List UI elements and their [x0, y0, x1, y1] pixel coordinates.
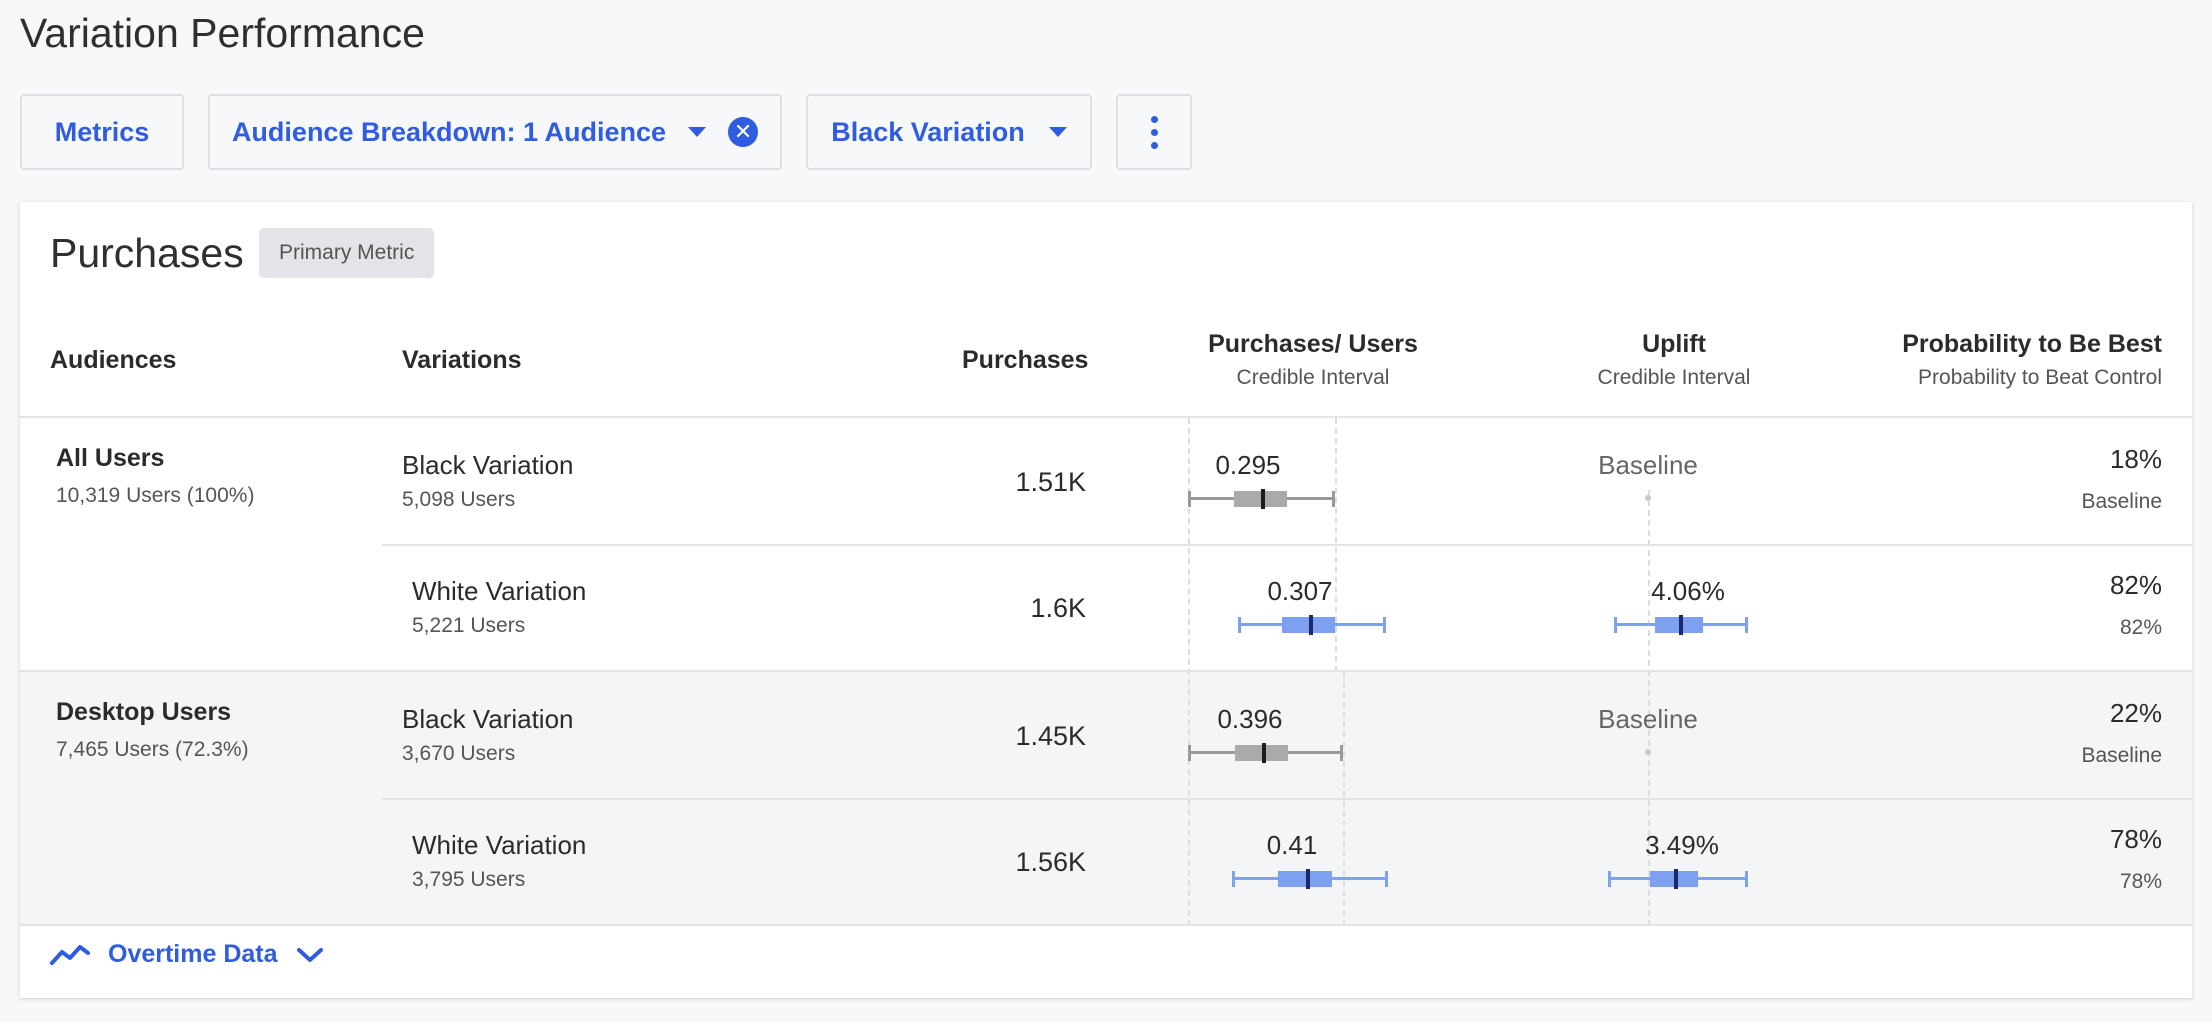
col-rate: Purchases/ Users [1208, 330, 1418, 358]
rate-value: 0.295 [1215, 450, 1281, 480]
close-circle-icon[interactable]: ✕ [728, 117, 759, 147]
col-uplift-sub: Credible Interval [1597, 366, 1751, 389]
col-audiences: Audiences [50, 346, 177, 374]
chevron-down-icon [296, 947, 323, 962]
metrics-button[interactable]: Metrics [20, 94, 184, 170]
overtime-data-label: Overtime Data [108, 940, 278, 968]
prob-value: 82% [2109, 570, 2162, 600]
audience-breakdown-button[interactable]: Audience Breakdown: 1 Audience ✕ [208, 94, 782, 170]
uplift-baseline: Baseline [1598, 450, 1698, 480]
col-variations: Variations [402, 346, 522, 374]
variation-name: White Variation [412, 830, 587, 860]
uplift-baseline: Baseline [1598, 704, 1698, 734]
caret-down-icon [688, 127, 707, 137]
metrics-label: Metrics [54, 116, 150, 147]
baseline-dot [1645, 749, 1651, 755]
prob-sub-value: Baseline [2081, 744, 2162, 767]
more-options-button[interactable] [1116, 94, 1192, 170]
overtime-data-toggle[interactable]: Overtime Data [50, 940, 324, 969]
footer-divider [20, 924, 2192, 926]
rate-value: 0.41 [1266, 830, 1318, 860]
audience-name: Desktop Users [56, 698, 232, 726]
prob-sub-value: 78% [2119, 870, 2162, 893]
header-divider [20, 416, 2192, 418]
rate-value: 0.307 [1267, 576, 1333, 606]
col-purchases: Purchases [962, 346, 1089, 374]
purchases-value: 1.45K [1015, 721, 1086, 751]
row-divider [382, 544, 2192, 546]
kebab-menu-icon [1150, 115, 1158, 149]
prob-value: 18% [2109, 444, 2162, 474]
group-divider [20, 670, 2192, 672]
row-divider [382, 798, 2192, 800]
baseline-dot [1645, 495, 1651, 501]
audience-count: 7,465 Users (72.3%) [56, 738, 249, 761]
purchases-value: 1.56K [1015, 847, 1086, 877]
page-title: Variation Performance [20, 10, 425, 56]
rate-value: 0.396 [1217, 704, 1283, 734]
col-prob: Probability to Be Best [1902, 330, 2162, 358]
variation-select-label: Black Variation [831, 116, 1025, 147]
col-rate-sub: Credible Interval [1236, 366, 1390, 389]
variation-name: Black Variation [402, 704, 574, 734]
trend-line-icon [50, 944, 90, 965]
col-prob-sub: Probability to Beat Control [1918, 366, 2162, 389]
prob-sub-value: Baseline [2081, 490, 2162, 513]
col-uplift: Uplift [1642, 330, 1706, 358]
caret-down-icon [1048, 127, 1067, 137]
audience-breakdown-label: Audience Breakdown: 1 Audience [231, 116, 667, 147]
variation-users: 3,670 Users [402, 742, 516, 765]
variation-select-button[interactable]: Black Variation [806, 94, 1092, 170]
audience-count: 10,319 Users (100%) [56, 484, 255, 507]
variation-name: White Variation [412, 576, 587, 606]
variation-users: 3,795 Users [412, 868, 526, 891]
uplift-value: 4.06% [1651, 576, 1725, 606]
metric-card: Purchases Primary Metric Audiences Varia… [20, 202, 2192, 998]
prob-value: 78% [2109, 824, 2162, 854]
metric-title: Purchases [50, 230, 244, 276]
variation-users: 5,221 Users [412, 614, 526, 637]
prob-value: 22% [2109, 698, 2162, 728]
variation-users: 5,098 Users [402, 488, 516, 511]
uplift-value: 3.49% [1645, 830, 1719, 860]
audience-name: All Users [56, 444, 165, 472]
variation-name: Black Variation [402, 450, 574, 480]
purchases-value: 1.51K [1015, 467, 1086, 497]
prob-sub-value: 82% [2119, 616, 2162, 639]
purchases-value: 1.6K [1030, 593, 1086, 623]
primary-metric-badge: Primary Metric [259, 228, 435, 278]
